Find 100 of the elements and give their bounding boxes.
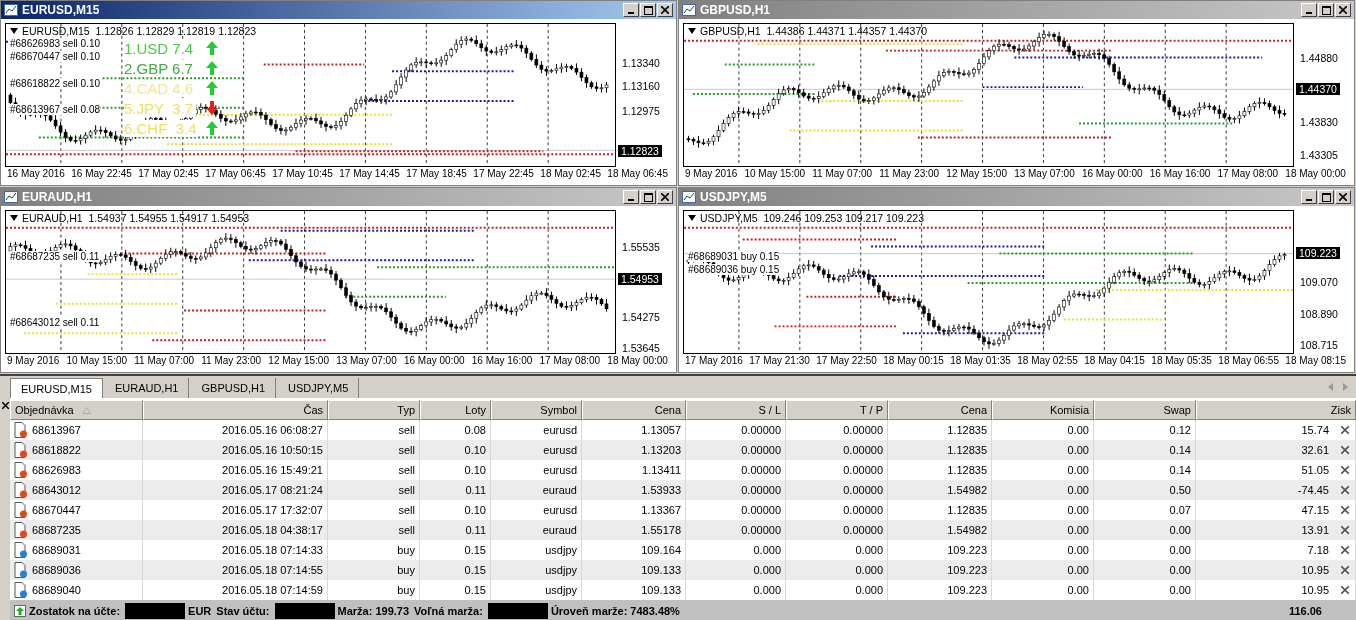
minimize-button[interactable] <box>623 3 639 17</box>
time-label: 18 May 00:00 <box>607 355 668 368</box>
time-label: 11 May 23:00 <box>879 168 940 181</box>
table-cell: sell <box>398 484 415 496</box>
close-button[interactable] <box>657 190 673 204</box>
column-header[interactable]: S / L <box>686 400 786 420</box>
time-label: 10 May 15:00 <box>66 355 128 368</box>
total-profit: 116.06 <box>1288 604 1322 617</box>
column-header[interactable]: Objednávka <box>10 400 143 420</box>
column-header[interactable]: Symbol <box>491 400 582 420</box>
maximize-button[interactable] <box>1318 190 1334 204</box>
column-header[interactable]: T / P <box>786 400 888 420</box>
order-label: #68626983 sell 0.10 <box>10 38 101 49</box>
table-cell: 0.00000 <box>741 524 781 536</box>
table-cell: 0.00000 <box>741 444 781 456</box>
minimize-button[interactable] <box>623 190 639 204</box>
price-label: 1.55535 <box>622 241 660 254</box>
column-header[interactable]: Cena <box>582 400 686 420</box>
table-cell: 1.54982 <box>947 524 987 536</box>
price-label: 1.43830 <box>1300 116 1338 129</box>
time-label: 9 May 2016 <box>685 168 738 181</box>
table-cell: 0.00000 <box>741 464 781 476</box>
symbol-quote: GBPUSD,H1 1.44386 1.44371 1.44357 1.44370 <box>700 25 928 37</box>
table-cell: usdjpy <box>545 544 577 556</box>
chart-icon <box>682 4 696 16</box>
time-label: 17 May 02:45 <box>138 168 199 181</box>
table-cell: 0.000 <box>753 564 781 576</box>
time-label: 17 May 14:45 <box>339 168 400 181</box>
column-header[interactable]: Swap <box>1094 400 1196 420</box>
column-header[interactable]: Komisia <box>992 400 1094 420</box>
maximize-button[interactable] <box>640 190 656 204</box>
window-title: EURUSD,M15 <box>22 3 100 17</box>
time-label: 16 May 00:00 <box>403 355 465 368</box>
time-label: 11 May 07:00 <box>134 355 195 368</box>
table-cell: 0.00 <box>1067 424 1089 436</box>
maximize-button[interactable] <box>1318 3 1334 17</box>
chart-tab[interactable]: EURUSD,M15 <box>10 378 103 398</box>
table-cell: eurusd <box>543 464 577 476</box>
table-cell: 109.223 <box>947 544 987 556</box>
table-cell: 1.12835 <box>947 444 987 456</box>
column-header[interactable]: Typ <box>328 400 420 420</box>
table-cell: 0.000 <box>855 564 883 576</box>
table-cell: 0.15 <box>464 584 486 596</box>
time-label: 18 May 01:35 <box>950 355 1011 368</box>
table-cell: euraud <box>542 524 577 536</box>
column-header[interactable]: Loty <box>420 400 491 420</box>
table-cell: 0.50 <box>1169 484 1191 496</box>
account-info: Marža: 199.73 <box>337 604 410 617</box>
table-cell: 0.00 <box>1169 564 1191 576</box>
time-label: 16 May 16:00 <box>471 355 533 368</box>
time-label: 17 May 2016 <box>685 355 743 368</box>
time-label: 16 May 22:45 <box>71 168 132 181</box>
close-button[interactable] <box>1335 190 1351 204</box>
table-cell: 0.00000 <box>843 464 883 476</box>
table-cell: 1.12835 <box>947 504 987 516</box>
currency-strength: 6.CHF 3.4 <box>124 119 196 137</box>
table-cell: usdjpy <box>545 584 577 596</box>
table-cell: 0.10 <box>464 504 486 516</box>
table-cell: 109.133 <box>641 564 681 576</box>
redaction-bar <box>487 602 548 619</box>
table-cell: 1.12835 <box>947 424 987 436</box>
window-title: USDJPY,M5 <box>700 190 767 204</box>
table-cell: buy <box>397 564 415 576</box>
window-title: GBPUSD,H1 <box>700 3 770 17</box>
table-cell: 68687235 <box>32 524 81 536</box>
table-cell: 109.133 <box>641 584 681 596</box>
table-cell: 0.00 <box>1067 524 1089 536</box>
table-cell: 2016.05.16 15:49:21 <box>222 464 323 476</box>
column-header[interactable]: Čas <box>143 400 328 420</box>
table-cell: 68613967 <box>32 424 81 436</box>
price-label: 1.13340 <box>622 57 660 70</box>
table-cell: 1.12835 <box>947 464 987 476</box>
time-label: 13 May 07:00 <box>336 355 397 368</box>
currency-strength: 4.CAD 4.6 <box>124 79 196 97</box>
table-cell: 1.13411 <box>642 464 681 476</box>
maximize-icon <box>643 5 653 15</box>
close-button[interactable] <box>657 3 673 17</box>
time-label: 16 May 2016 <box>7 168 65 181</box>
table-cell: 68689040 <box>32 584 81 596</box>
triangle-icon[interactable] <box>688 215 696 221</box>
triangle-icon[interactable] <box>688 28 696 34</box>
table-cell: 2016.05.16 06:08:27 <box>222 424 323 436</box>
table-cell: 68618822 <box>32 444 81 456</box>
table-cell: 1.54982 <box>947 484 987 496</box>
triangle-icon[interactable] <box>10 28 18 34</box>
table-cell: 0.11 <box>465 484 486 496</box>
close-icon[interactable] <box>1 402 9 409</box>
column-header[interactable]: Cena <box>888 400 992 420</box>
minimize-button[interactable] <box>1301 190 1317 204</box>
order-label: #68689036 buy 0.15 <box>688 264 780 275</box>
column-header[interactable]: Zisk <box>1196 400 1356 420</box>
table-cell: 0.14 <box>1169 464 1191 476</box>
minimize-button[interactable] <box>1301 3 1317 17</box>
current-price-label: 109.223 <box>1296 247 1340 260</box>
order-label: #68613967 sell 0.08 <box>10 104 101 115</box>
triangle-icon[interactable] <box>10 215 18 221</box>
table-cell: 0.10 <box>464 464 486 476</box>
order-label: #68670447 sell 0.10 <box>10 51 101 62</box>
maximize-button[interactable] <box>640 3 656 17</box>
close-button[interactable] <box>1335 3 1351 17</box>
